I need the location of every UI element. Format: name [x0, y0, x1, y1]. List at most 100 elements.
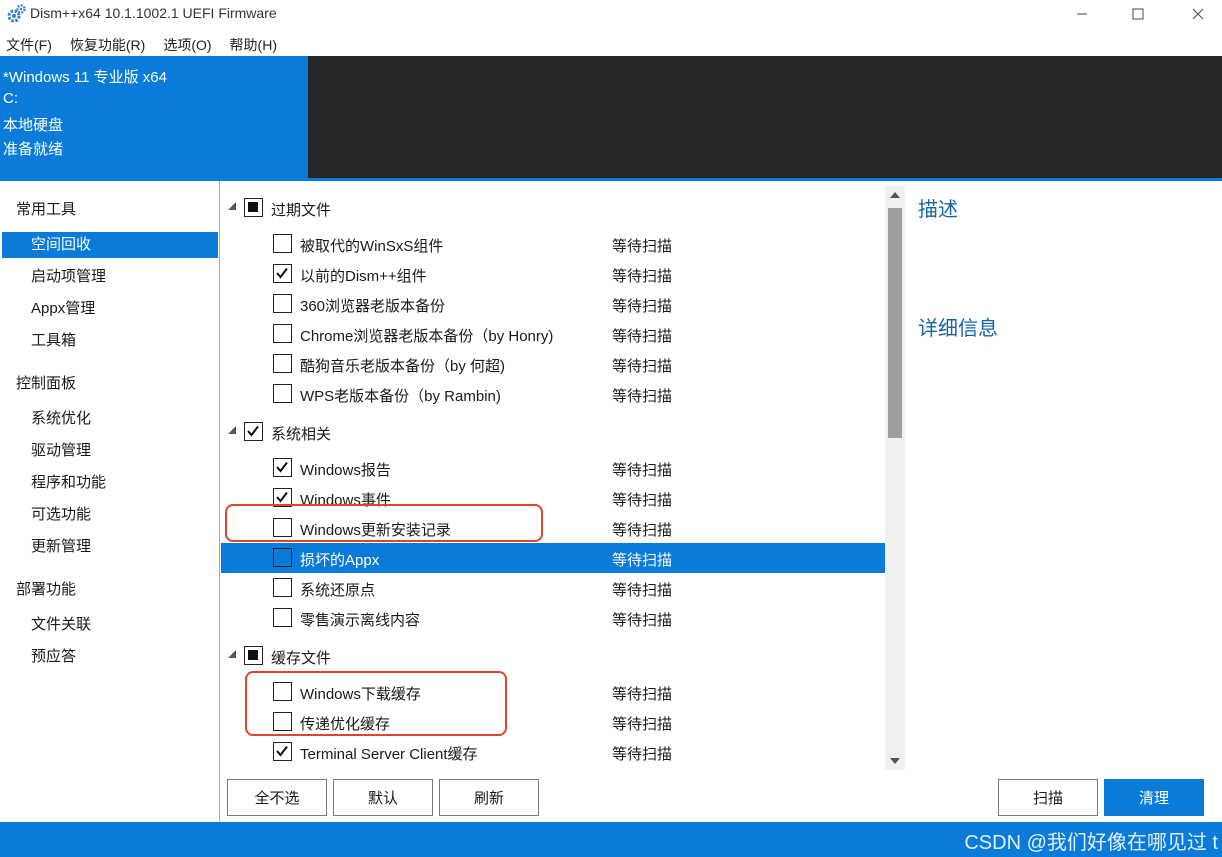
item-status: 等待扫描	[612, 686, 673, 703]
system-status: 准备就绪	[3, 141, 64, 158]
item-status: 等待扫描	[612, 522, 673, 539]
sidebar: 常用工具 空间回收 启动项管理 Appx管理 工具箱 控制面板 系统优化 驱动管…	[0, 181, 220, 822]
menu-options[interactable]: 选项(O)	[157, 30, 217, 56]
group-label: 缓存文件	[271, 650, 332, 667]
sidebar-item-update-manager[interactable]: 更新管理	[2, 534, 218, 560]
item-label: 损坏的Appx	[300, 552, 380, 569]
item-status: 等待扫描	[612, 298, 673, 315]
group-label: 过期文件	[271, 202, 332, 219]
list-scrollbar[interactable]	[885, 186, 905, 770]
item-status: 等待扫描	[612, 552, 673, 569]
list-item[interactable]: Chrome浏览器老版本备份（by Honry) 等待扫描	[221, 319, 885, 349]
list-item[interactable]: 系统还原点 等待扫描	[221, 573, 885, 603]
group-checkbox-partial[interactable]	[244, 198, 263, 217]
sidebar-item-startup-manager[interactable]: 启动项管理	[2, 264, 218, 290]
checkbox-unchecked[interactable]	[273, 354, 292, 373]
collapse-triangle-icon[interactable]	[227, 425, 237, 435]
maximize-button[interactable]	[1108, 0, 1168, 28]
minimize-button[interactable]	[1052, 0, 1112, 28]
checkbox-unchecked[interactable]	[273, 294, 292, 313]
menu-help[interactable]: 帮助(H)	[224, 30, 283, 56]
deselect-all-button[interactable]: 全不选	[227, 779, 327, 816]
group-checkbox-checked[interactable]	[244, 422, 263, 441]
group-label: 系统相关	[271, 426, 332, 443]
annotation-box-update-records	[225, 504, 543, 542]
sidebar-item-appx-manager[interactable]: Appx管理	[2, 296, 218, 322]
item-status: 等待扫描	[612, 238, 673, 255]
scroll-down-arrow-icon[interactable]	[885, 752, 905, 770]
item-status: 等待扫描	[612, 388, 673, 405]
window-title: Dism++x64 10.1.1002.1 UEFI Firmware	[30, 5, 277, 21]
menu-file[interactable]: 文件(F)	[0, 30, 58, 56]
item-status: 等待扫描	[612, 328, 673, 345]
checkmark-icon	[247, 425, 259, 437]
checkbox-unchecked[interactable]	[273, 548, 292, 567]
checkbox-unchecked[interactable]	[273, 324, 292, 343]
checkbox-checked[interactable]	[273, 742, 292, 761]
item-status: 等待扫描	[612, 582, 673, 599]
item-status: 等待扫描	[612, 612, 673, 629]
checkbox-unchecked[interactable]	[273, 234, 292, 253]
list-item[interactable]: 360浏览器老版本备份 等待扫描	[221, 289, 885, 319]
item-label: Chrome浏览器老版本备份（by Honry)	[300, 328, 554, 345]
list-item[interactable]: 酷狗音乐老版本备份（by 何超) 等待扫描	[221, 349, 885, 379]
group-checkbox-partial[interactable]	[244, 646, 263, 665]
sidebar-item-space-cleanup[interactable]: 空间回收	[2, 232, 218, 258]
group-row-system[interactable]: 系统相关	[221, 417, 885, 447]
list-item[interactable]: Terminal Server Client缓存 等待扫描	[221, 737, 885, 767]
status-bar: CSDN @我们好像在哪见过 t	[0, 822, 1222, 857]
checkbox-unchecked[interactable]	[273, 578, 292, 597]
item-status: 等待扫描	[612, 716, 673, 733]
clean-button[interactable]: 清理	[1104, 779, 1204, 816]
disk-type: 本地硬盘	[3, 117, 64, 134]
scroll-thumb[interactable]	[888, 208, 902, 438]
sidebar-group-control-panel: 控制面板	[16, 375, 77, 392]
checkbox-unchecked[interactable]	[273, 384, 292, 403]
annotation-box-cache-items	[245, 671, 507, 736]
sidebar-item-optional-features[interactable]: 可选功能	[2, 502, 218, 528]
sidebar-item-file-association[interactable]: 文件关联	[2, 612, 218, 638]
default-button[interactable]: 默认	[333, 779, 433, 816]
group-row-cache[interactable]: 缓存文件	[221, 641, 885, 671]
minimize-icon	[1077, 13, 1087, 15]
sidebar-item-system-optimize[interactable]: 系统优化	[2, 406, 218, 432]
list-item[interactable]: Windows报告 等待扫描	[221, 453, 885, 483]
item-status: 等待扫描	[612, 462, 673, 479]
list-item[interactable]: WPS老版本备份（by Rambin) 等待扫描	[221, 379, 885, 409]
refresh-button[interactable]: 刷新	[439, 779, 539, 816]
drive-letter: C:	[3, 90, 18, 107]
item-label: 酷狗音乐老版本备份（by 何超)	[300, 358, 506, 375]
checkbox-checked[interactable]	[273, 458, 292, 477]
item-label: Terminal Server Client缓存	[300, 746, 478, 763]
close-button[interactable]	[1168, 0, 1222, 28]
sidebar-item-programs[interactable]: 程序和功能	[2, 470, 218, 496]
sidebar-group-deploy: 部署功能	[16, 581, 77, 598]
item-status: 等待扫描	[612, 746, 673, 763]
sidebar-item-unattend[interactable]: 预应答	[2, 644, 218, 670]
header-dark-area	[308, 56, 1222, 178]
checkmark-icon	[276, 461, 288, 473]
item-label: 360浏览器老版本备份	[300, 298, 446, 315]
sidebar-item-driver-manager[interactable]: 驱动管理	[2, 438, 218, 464]
list-item-selected[interactable]: 损坏的Appx 等待扫描	[221, 543, 885, 573]
system-info-panel[interactable]: *Windows 11 专业版 x64 C: 本地硬盘 准备就绪	[0, 56, 308, 178]
scan-button[interactable]: 扫描	[998, 779, 1098, 816]
checkmark-icon	[276, 267, 288, 279]
item-label: Windows报告	[300, 462, 391, 479]
details-title: 详细信息	[918, 318, 998, 340]
item-status: 等待扫描	[612, 492, 673, 509]
list-item[interactable]: 以前的Dism++组件 等待扫描	[221, 259, 885, 289]
menu-recovery[interactable]: 恢复功能(R)	[64, 30, 151, 56]
item-label: 系统还原点	[300, 582, 376, 599]
collapse-triangle-icon[interactable]	[227, 201, 237, 211]
checkbox-checked[interactable]	[273, 264, 292, 283]
collapse-triangle-icon[interactable]	[227, 649, 237, 659]
list-item[interactable]: 被取代的WinSxS组件 等待扫描	[221, 229, 885, 259]
list-item[interactable]: 零售演示离线内容 等待扫描	[221, 603, 885, 633]
sidebar-item-toolbox[interactable]: 工具箱	[2, 328, 218, 354]
watermark-text: CSDN @我们好像在哪见过 t	[964, 832, 1218, 854]
group-row-expired-files[interactable]: 过期文件	[221, 193, 885, 223]
scroll-up-arrow-icon[interactable]	[885, 186, 905, 204]
item-label: 被取代的WinSxS组件	[300, 238, 444, 255]
checkbox-unchecked[interactable]	[273, 608, 292, 627]
